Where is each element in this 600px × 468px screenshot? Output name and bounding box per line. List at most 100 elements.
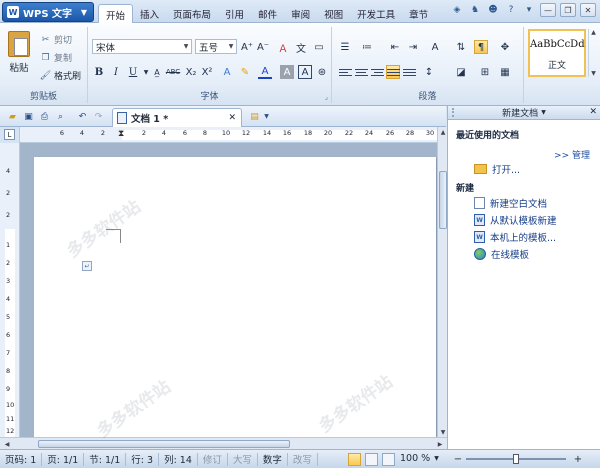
char-shading-icon[interactable]: A <box>280 65 294 79</box>
numbered-list-icon[interactable]: ≔ <box>360 40 374 54</box>
sort-icon[interactable]: ⇅ <box>454 40 468 54</box>
status-revise[interactable]: 修订 <box>198 452 228 466</box>
font-family-select[interactable]: 宋体 ▼ <box>92 39 192 54</box>
tab-mailings[interactable]: 邮件 <box>251 4 284 23</box>
undo-icon[interactable]: ↶ <box>76 110 89 123</box>
redo-icon[interactable]: ↷ <box>92 110 105 123</box>
chinese-layout-icon[interactable]: A <box>428 40 442 54</box>
open-folder-icon[interactable]: ▰ <box>6 110 19 123</box>
strikethrough-icon[interactable]: ABC <box>166 65 180 79</box>
justify-icon[interactable] <box>386 65 400 79</box>
increase-indent-icon[interactable]: ⇥ <box>406 40 420 54</box>
font-size-select[interactable]: 五号 ▼ <box>195 39 237 54</box>
superscript-icon[interactable]: X² <box>200 65 214 79</box>
tab-insert[interactable]: 插入 <box>133 4 166 23</box>
document-area[interactable]: ↵ <box>20 143 437 437</box>
local-templates-link[interactable]: W 本机上的模板... <box>474 230 556 244</box>
align-left-icon[interactable] <box>338 65 352 79</box>
indent-marker-icon[interactable]: ⧗ <box>118 129 124 139</box>
horizontal-ruler[interactable]: 6 4 2 2 4 6 8 10 12 14 16 18 20 22 24 26… <box>20 127 437 143</box>
zoom-control[interactable]: 100 % ▼ <box>400 453 439 464</box>
decrease-indent-icon[interactable]: ⇤ <box>388 40 402 54</box>
paste-button[interactable]: 粘贴 <box>6 31 32 74</box>
highlight-icon[interactable]: ✎ <box>238 65 252 79</box>
shrink-font-icon[interactable]: A⁻ <box>256 40 270 54</box>
vertical-ruler[interactable]: 4 2 2 1 2 3 4 5 6 7 8 9 10 11 12 <box>0 143 20 437</box>
horizontal-scroll-thumb[interactable] <box>38 440 290 448</box>
tab-view[interactable]: 视图 <box>317 4 350 23</box>
restore-button[interactable]: ❐ <box>560 3 576 17</box>
format-painter-button[interactable]: 🖌 格式刷 <box>40 69 81 83</box>
distributed-icon[interactable] <box>402 65 416 79</box>
page-view-icon[interactable] <box>348 453 361 466</box>
online-templates-link[interactable]: 在线模板 <box>474 247 529 261</box>
shirt-icon[interactable]: ♞ <box>468 3 482 17</box>
tab-stop-selector[interactable]: L <box>4 129 15 140</box>
tab-page-layout[interactable]: 页面布局 <box>166 4 218 23</box>
char-border-icon[interactable]: ▭ <box>312 40 326 54</box>
line-spacing-icon[interactable]: ↕ <box>422 65 436 79</box>
zoom-slider[interactable] <box>466 454 566 464</box>
show-marks-icon[interactable]: ¶ <box>474 40 488 54</box>
char-border-box-icon[interactable]: A <box>298 65 312 79</box>
bold-button[interactable]: B <box>92 65 106 79</box>
tab-home[interactable]: 开始 <box>98 4 134 24</box>
grow-font-icon[interactable]: A⁺ <box>240 40 254 54</box>
clear-format-icon[interactable]: Ａ <box>276 40 290 55</box>
emphasis-mark-icon[interactable]: A̲ <box>150 65 164 79</box>
close-icon[interactable]: ✕ <box>228 113 236 123</box>
web-view-icon[interactable] <box>382 453 395 466</box>
text-effect-icon[interactable]: A <box>220 65 234 79</box>
tab-developer[interactable]: 开发工具 <box>350 4 402 23</box>
phonetic-icon[interactable]: 文 <box>294 40 308 55</box>
shading-icon[interactable]: ◪ <box>454 65 468 79</box>
task-pane-header[interactable]: 新建文档 ▼ ✕ <box>448 106 600 120</box>
save-icon[interactable]: ▣ <box>22 110 35 123</box>
borders-icon[interactable]: ⊞ <box>478 65 492 79</box>
print-icon[interactable]: ⎙ <box>38 110 51 123</box>
skin-icon[interactable]: ◈ <box>450 3 464 17</box>
user-icon[interactable]: ☻ <box>486 3 500 17</box>
zoom-slider-knob[interactable] <box>513 454 519 464</box>
status-overwrite[interactable]: 改写 <box>288 452 318 466</box>
document-tab[interactable]: 文档 1 * ✕ <box>112 108 242 127</box>
cut-button[interactable]: ✂ 剪切 <box>40 33 72 47</box>
horizontal-scrollbar[interactable]: ◀ ▶ <box>0 437 447 449</box>
new-blank-document-link[interactable]: 新建空白文档 <box>474 196 547 210</box>
copy-button[interactable]: ❐ 复制 <box>40 51 72 65</box>
chevron-down-icon[interactable]: ▾ <box>522 3 536 17</box>
subscript-icon[interactable]: X₂ <box>184 65 198 79</box>
chevron-up-icon[interactable]: ▲ <box>591 29 596 36</box>
style-gallery-scroll[interactable]: ▲ ▼ <box>588 29 598 77</box>
close-icon[interactable]: ✕ <box>589 107 597 117</box>
scroll-right-icon[interactable]: ▶ <box>435 439 445 449</box>
help-icon[interactable]: ? <box>504 3 518 17</box>
vertical-scrollbar[interactable]: ▲ ▼ <box>437 127 447 437</box>
zoom-in-icon[interactable]: + <box>572 453 584 465</box>
document-page[interactable]: ↵ <box>34 157 436 437</box>
zoom-out-icon[interactable]: − <box>452 453 464 465</box>
dialog-launcher-icon[interactable]: ⌟ <box>325 93 328 101</box>
paragraph-settings-icon[interactable]: ▦ <box>498 65 512 79</box>
align-right-icon[interactable] <box>370 65 384 79</box>
outline-view-icon[interactable] <box>365 453 378 466</box>
bullet-list-icon[interactable]: ☰ <box>338 40 352 54</box>
new-from-default-template-link[interactable]: W 从默认模板新建 <box>474 213 557 227</box>
align-center-icon[interactable] <box>354 65 368 79</box>
chevron-down-icon[interactable]: ▼ <box>541 109 546 116</box>
font-color-icon[interactable]: A <box>258 65 272 79</box>
close-button[interactable]: ✕ <box>580 3 596 17</box>
open-link[interactable]: 打开... <box>474 162 520 176</box>
minimize-button[interactable]: — <box>540 3 556 17</box>
underline-button[interactable]: U <box>126 65 140 79</box>
chevron-down-icon[interactable]: ▼ <box>591 70 596 77</box>
char-scale-icon[interactable]: ✥ <box>498 40 512 54</box>
tab-section[interactable]: 章节 <box>402 4 435 23</box>
manage-link[interactable]: >> 管理 <box>554 148 590 161</box>
print-preview-icon[interactable]: ⌕ <box>54 110 67 123</box>
chevron-down-icon[interactable]: ▼ <box>260 110 273 123</box>
enclose-char-icon[interactable]: ⊛ <box>315 65 329 79</box>
scroll-left-icon[interactable]: ◀ <box>2 439 12 449</box>
app-menu-button[interactable]: W WPS 文字 ▼ <box>2 2 94 22</box>
style-normal-button[interactable]: AaBbCcDd 正文 <box>528 29 586 77</box>
